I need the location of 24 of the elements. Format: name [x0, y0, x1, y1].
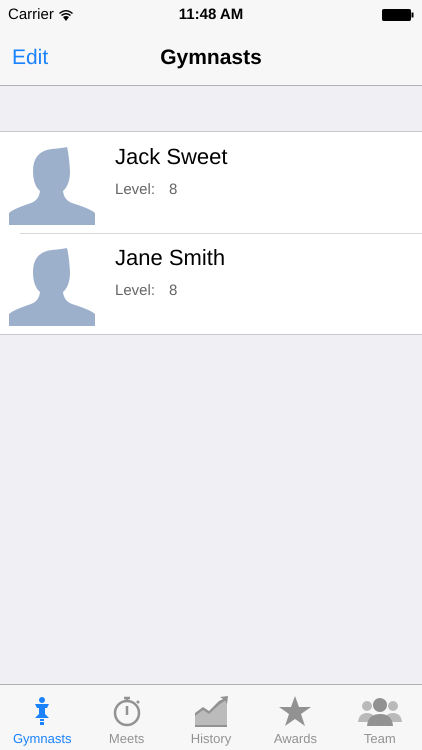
tab-item[interactable]: History — [168, 685, 254, 750]
gymnast-row[interactable]: Jack Sweet Level: 8 — [0, 132, 422, 233]
tab-item[interactable]: Gymnasts — [0, 685, 84, 750]
tab-item[interactable]: Awards — [253, 685, 338, 750]
tab-item[interactable]: Meets — [84, 685, 169, 750]
star-icon — [278, 694, 312, 726]
level-label: Level: — [115, 281, 156, 301]
level-value: 8 — [169, 281, 178, 301]
avatar-icon — [9, 246, 95, 326]
nav-title: Gymnasts — [160, 44, 262, 71]
gymnast-row[interactable]: Jane Smith Level: 8 — [0, 233, 422, 334]
team-icon — [358, 696, 402, 726]
carrier-label: Carrier — [8, 4, 54, 25]
edit-button[interactable]: Edit — [12, 42, 48, 74]
avatar-icon — [9, 145, 95, 225]
level-label: Level: — [115, 180, 156, 200]
chart-icon — [193, 694, 230, 726]
level-value: 8 — [169, 180, 178, 200]
battery-icon — [382, 8, 414, 22]
gymnast-name: Jane Smith — [115, 244, 226, 272]
status-time: 11:48 AM — [178, 4, 244, 25]
wifi-icon — [58, 9, 74, 21]
gymnast-name: Jack Sweet — [115, 143, 228, 171]
tab-item[interactable]: Team — [338, 685, 422, 750]
